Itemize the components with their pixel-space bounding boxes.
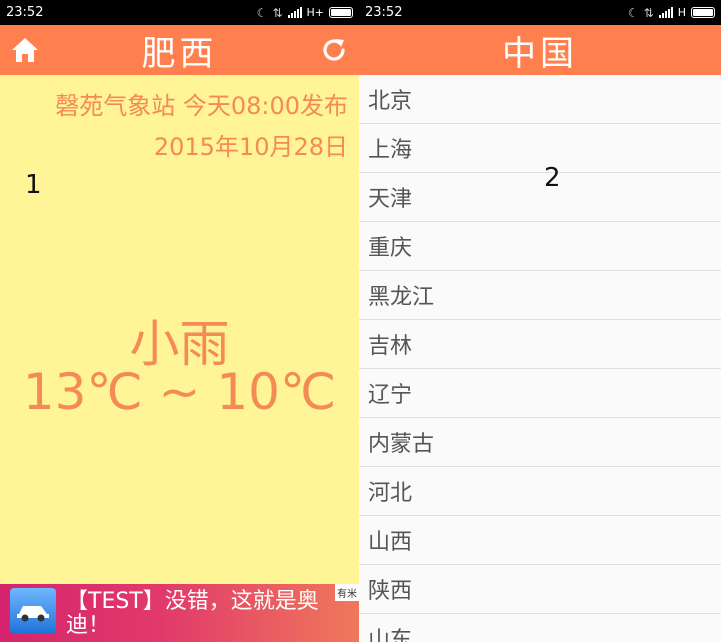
network-type: H xyxy=(677,6,686,19)
car-icon xyxy=(10,588,56,634)
ad-banner[interactable]: 【TEST】没错，这就是奥迪！ 有米 xyxy=(0,584,359,642)
moon-icon: ☾ xyxy=(627,5,639,20)
battery-icon xyxy=(691,7,715,18)
refresh-icon xyxy=(323,39,345,61)
temperature-range: 13℃ ~ 10℃ xyxy=(22,363,337,421)
battery-icon xyxy=(329,7,353,18)
data-transfer-icon: ⇅ xyxy=(272,5,283,20)
list-item[interactable]: 辽宁 xyxy=(359,369,721,418)
publish-date: 2015年10月28日 xyxy=(153,133,348,161)
list-item[interactable]: 内蒙古 xyxy=(359,418,721,467)
list-item[interactable]: 北京 xyxy=(359,75,721,124)
list-item[interactable]: 陕西 xyxy=(359,565,721,614)
list-item[interactable]: 上海 xyxy=(359,124,721,173)
refresh-button[interactable] xyxy=(309,25,359,75)
status-time: 23:52 xyxy=(365,5,403,20)
ad-badge: 有米 xyxy=(335,584,359,601)
ad-text: 【TEST】没错，这就是奥迪！ xyxy=(66,589,319,638)
list-item[interactable]: 重庆 xyxy=(359,222,721,271)
home-button[interactable] xyxy=(0,25,50,75)
app-header: 中国 xyxy=(359,25,721,75)
publish-info: 磬苑气象站 今天08:00发布 xyxy=(55,92,348,120)
signal-icon xyxy=(287,7,302,18)
city-title: 肥西 xyxy=(141,33,218,74)
country-title: 中国 xyxy=(502,33,578,74)
status-icons: ☾ ⇅ H+ xyxy=(257,6,353,20)
list-item[interactable]: 黑龙江 xyxy=(359,271,721,320)
list-item[interactable]: 河北 xyxy=(359,467,721,516)
network-type: H+ xyxy=(306,6,325,19)
status-icons: ☾ ⇅ H xyxy=(628,6,715,20)
screen-marker: 2 xyxy=(544,163,561,193)
home-icon xyxy=(12,38,38,62)
list-item[interactable]: 天津 xyxy=(359,173,721,222)
status-bar: 23:52 ☾ ⇅ H xyxy=(359,0,721,25)
list-item[interactable]: 吉林 xyxy=(359,320,721,369)
app-header: 肥西 xyxy=(0,25,359,75)
signal-icon xyxy=(658,7,673,18)
moon-icon: ☾ xyxy=(256,5,268,20)
province-list: 北京 上海 天津 重庆 黑龙江 吉林 辽宁 内蒙古 河北 山西 陕西 山东 xyxy=(359,75,721,642)
data-transfer-icon: ⇅ xyxy=(643,5,654,20)
status-time: 23:52 xyxy=(6,5,44,20)
screen-marker: 1 xyxy=(25,170,42,200)
province-screen: 23:52 ☾ ⇅ H 中国 北京 上海 天津 重庆 黑龙江 吉林 辽宁 内蒙古… xyxy=(359,0,721,642)
weather-screen: 23:52 ☾ ⇅ H+ 肥西 磬苑气象站 今天08:00发布 2015年10月… xyxy=(0,0,359,642)
status-bar: 23:52 ☾ ⇅ H+ xyxy=(0,0,359,25)
list-item[interactable]: 山东 xyxy=(359,614,721,642)
list-item[interactable]: 山西 xyxy=(359,516,721,565)
